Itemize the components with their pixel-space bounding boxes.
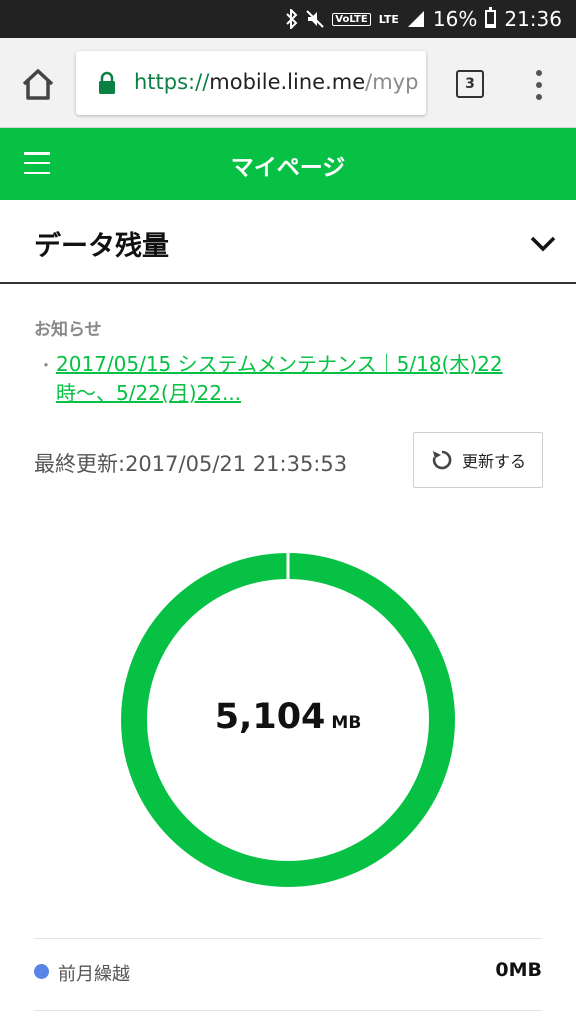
battery-percent: 16% xyxy=(432,7,478,31)
status-icons: VoLTE LTE 16% 21:36 xyxy=(286,0,562,38)
signal-icon xyxy=(407,11,424,27)
list-item: 前月繰越 0MB xyxy=(34,940,542,1008)
carryover-label: 前月繰越 xyxy=(58,964,130,985)
refresh-button[interactable]: 更新する xyxy=(413,432,543,488)
divider xyxy=(34,1010,542,1011)
url-host: mobile.line.me xyxy=(209,70,366,94)
battery-fill xyxy=(487,23,495,26)
remaining-data-value: 5,104 xyxy=(214,697,326,737)
notice-link[interactable]: 2017/05/15 システムメンテナンス｜5/18(木)22時〜、5/22(月… xyxy=(56,350,536,408)
remaining-data-unit: MB xyxy=(331,713,362,733)
last-updated-text: 最終更新:2017/05/21 21:35:53 xyxy=(34,452,348,476)
overflow-menu-icon[interactable] xyxy=(530,68,548,102)
url-text: https://mobile.line.me/myp xyxy=(134,70,418,94)
address-bar[interactable]: https://mobile.line.me/myp xyxy=(76,51,426,115)
divider xyxy=(34,938,542,939)
home-icon xyxy=(22,69,54,100)
app-header: マイページ xyxy=(0,128,576,200)
clock: 21:36 xyxy=(504,7,562,31)
refresh-icon xyxy=(432,450,452,470)
url-path: /myp xyxy=(365,70,419,94)
url-scheme: https:// xyxy=(134,70,210,94)
lte-indicator: LTE xyxy=(378,12,399,26)
data-remaining-section-header[interactable]: データ残量 xyxy=(0,200,576,284)
notice-bullet: ・ xyxy=(38,356,55,375)
chevron-down-icon[interactable] xyxy=(530,236,556,252)
remaining-data-display: 5,104 MB xyxy=(120,697,456,737)
lock-icon xyxy=(99,71,115,94)
carryover-value: 0MB xyxy=(495,959,542,981)
notice-label: お知らせ xyxy=(34,320,102,340)
battery-icon xyxy=(485,7,497,28)
refresh-button-label: 更新する xyxy=(461,452,526,471)
data-usage-ring: 5,104 MB xyxy=(120,552,456,888)
home-button[interactable] xyxy=(18,64,58,104)
mute-icon xyxy=(306,10,324,28)
legend-dot xyxy=(34,964,49,979)
status-bar: VoLTE LTE 16% 21:36 xyxy=(0,0,576,38)
volte-indicator: VoLTE xyxy=(332,12,371,26)
browser-toolbar: https://mobile.line.me/myp 3 xyxy=(0,38,576,128)
tab-switcher-button[interactable]: 3 xyxy=(456,70,484,98)
page-title: マイページ xyxy=(230,155,346,181)
bluetooth-icon xyxy=(286,9,298,29)
section-title: データ残量 xyxy=(34,231,169,262)
